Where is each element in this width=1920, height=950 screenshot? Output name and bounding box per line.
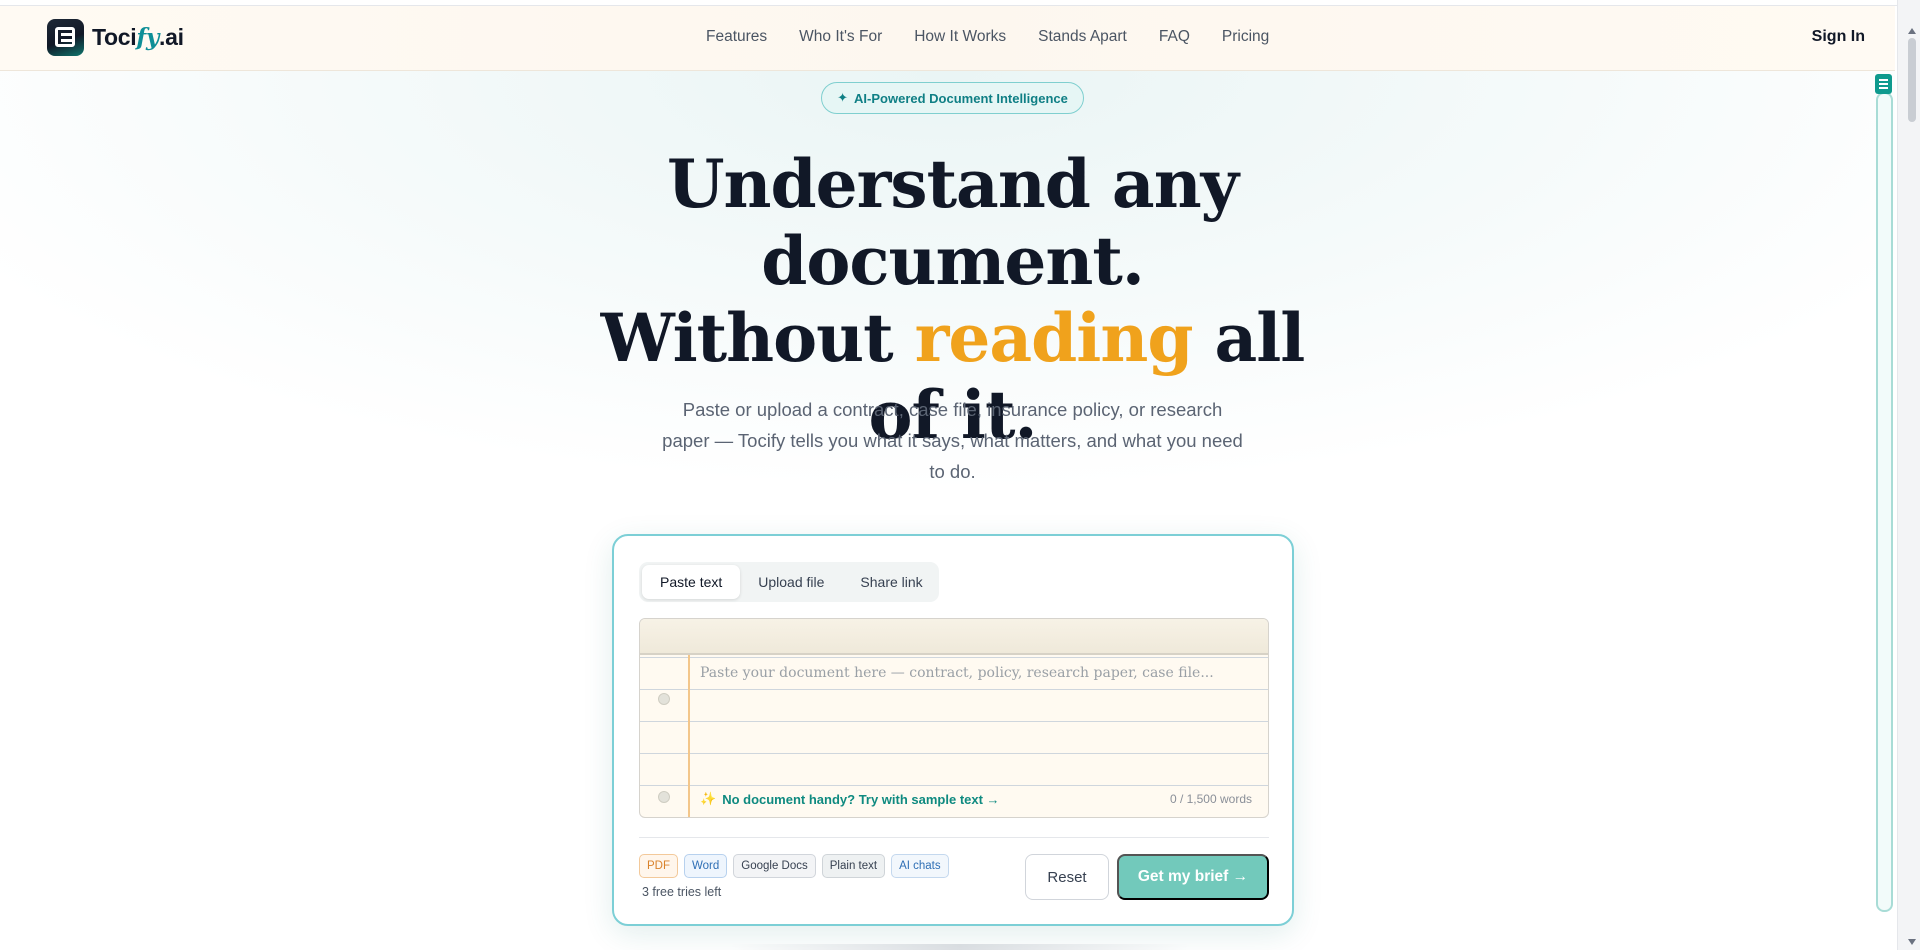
notepad-hole-icon bbox=[658, 791, 670, 803]
nav-link-how-it-works[interactable]: How It Works bbox=[914, 28, 1006, 46]
sample-text-label: No document handy? Try with sample text … bbox=[722, 791, 1000, 807]
scrollbar-track[interactable] bbox=[1897, 0, 1920, 950]
brand-logo[interactable]: Tocify.ai bbox=[47, 19, 184, 56]
sample-text-link[interactable]: ✨ No document handy? Try with sample tex… bbox=[700, 791, 1000, 807]
below-fold-content bbox=[730, 944, 1190, 950]
scroll-down-arrow-icon[interactable] bbox=[1908, 939, 1916, 945]
document-input-card: Paste text Upload file Share link Paste … bbox=[612, 534, 1294, 926]
notepad-margin-line bbox=[688, 655, 690, 817]
tab-share-link[interactable]: Share link bbox=[842, 565, 940, 599]
nav-link-features[interactable]: Features bbox=[706, 28, 767, 46]
card-divider bbox=[639, 837, 1269, 838]
headline-line-2-pre: Without bbox=[600, 299, 915, 377]
logo-icon bbox=[47, 19, 84, 56]
format-chip-plain-text: Plain text bbox=[821, 854, 886, 878]
nav-link-faq[interactable]: FAQ bbox=[1159, 28, 1190, 46]
get-brief-button[interactable]: Get my brief → bbox=[1117, 854, 1269, 900]
nav-link-stands-apart[interactable]: Stands Apart bbox=[1038, 28, 1127, 46]
top-navigation: Tocify.ai Features Who It's For How It W… bbox=[0, 6, 1895, 71]
word-counter: 0 / 1,500 words bbox=[1169, 792, 1252, 806]
feature-badge-label: AI-Powered Document Intelligence bbox=[854, 90, 1068, 106]
notepad-header bbox=[640, 619, 1268, 655]
format-chip-pdf: PDF bbox=[639, 854, 678, 878]
supported-formats: PDF Word Google Docs Plain text AI chats bbox=[639, 854, 949, 878]
nav-links: Features Who It's For How It Works Stand… bbox=[706, 28, 1269, 46]
format-chip-google-docs: Google Docs bbox=[733, 854, 816, 878]
sparkles-icon: ✨ bbox=[700, 791, 717, 806]
hero-subheading: Paste or upload a contract, case file, i… bbox=[662, 399, 1243, 482]
nav-link-pricing[interactable]: Pricing bbox=[1222, 28, 1269, 46]
document-placeholder: Paste your document here — contract, pol… bbox=[700, 665, 1214, 681]
format-chip-word: Word bbox=[684, 854, 728, 878]
document-progress-icon bbox=[1875, 74, 1892, 94]
free-tries-counter: 3 free tries left bbox=[642, 885, 722, 899]
reading-progress-rail bbox=[1876, 92, 1893, 912]
document-textarea[interactable]: Paste your document here — contract, pol… bbox=[639, 618, 1269, 818]
headline-accent-word: reading bbox=[914, 299, 1194, 377]
scroll-up-arrow-icon[interactable] bbox=[1908, 28, 1916, 34]
notepad-hole-icon bbox=[658, 693, 670, 705]
tab-upload-file[interactable]: Upload file bbox=[740, 565, 842, 599]
reset-button[interactable]: Reset bbox=[1025, 854, 1109, 900]
nav-link-who-its-for[interactable]: Who It's For bbox=[799, 28, 882, 46]
sign-in-link[interactable]: Sign In bbox=[1812, 28, 1865, 46]
feature-badge: ✦ AI-Powered Document Intelligence bbox=[821, 82, 1084, 114]
format-chip-ai-chats: AI chats bbox=[891, 854, 949, 878]
tab-paste-text[interactable]: Paste text bbox=[642, 565, 741, 599]
input-mode-tabs: Paste text Upload file Share link bbox=[639, 562, 939, 602]
headline-line-1: Understand any document. bbox=[666, 145, 1239, 300]
sparkle-icon: ✦ bbox=[837, 90, 849, 105]
brand-name: Tocify.ai bbox=[92, 24, 184, 51]
scrollbar-thumb[interactable] bbox=[1908, 38, 1916, 122]
